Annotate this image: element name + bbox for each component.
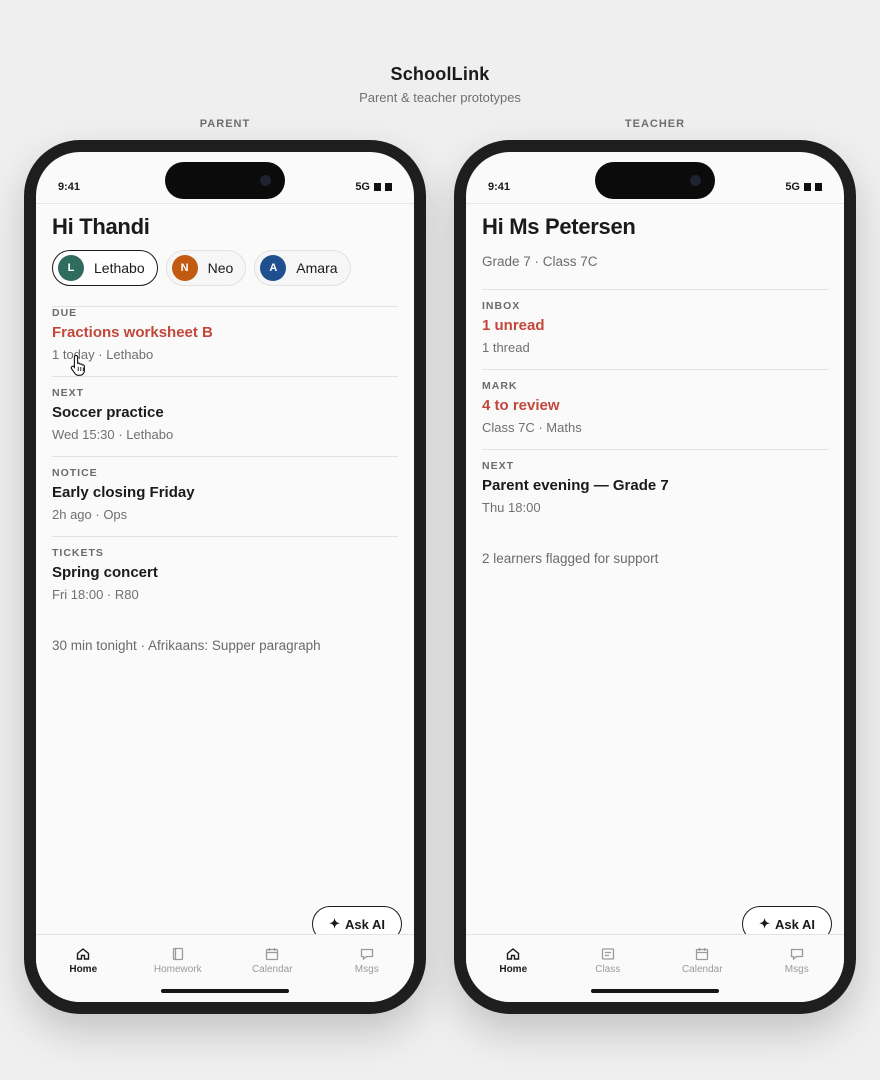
tab-label: Msgs [784, 964, 809, 975]
avatar: A [260, 255, 287, 281]
network-label: 5G [785, 181, 800, 193]
teacher-screen: 9:41 5G Hi Ms Petersen Grade 7 · Class 7… [466, 152, 844, 1002]
book-icon [172, 947, 183, 961]
card-label: DUE [52, 307, 78, 319]
mark-card[interactable]: MARK 4 to review Class 7C · Maths [482, 369, 828, 449]
child-chip-neo[interactable]: N Neo [165, 250, 247, 286]
card-title: 4 to review [482, 397, 560, 414]
parent-phone: 9:41 5G Hi Thandi L Lethabo N Neo A Amar… [24, 140, 426, 1014]
tab-label: Msgs [354, 964, 379, 975]
avatar: N [171, 255, 198, 281]
card-label: NEXT [52, 387, 85, 399]
greeting: Hi Ms Petersen [482, 214, 636, 239]
ask-ai-label: Ask AI [775, 916, 815, 932]
calendar-icon [696, 948, 709, 961]
card-title: Fractions worksheet B [52, 324, 213, 341]
child-chip-lethabo[interactable]: L Lethabo [52, 250, 158, 286]
card-label: MARK [482, 380, 518, 392]
pointer-hand-icon [70, 354, 85, 376]
card-title: Parent evening — Grade 7 [482, 477, 669, 494]
parent-column-label: PARENT [199, 118, 251, 130]
next-card[interactable]: NEXT Soccer practice Wed 15:30 · Lethabo [52, 376, 398, 456]
card-label: TICKETS [52, 547, 104, 559]
tab-msgs[interactable]: Msgs [750, 935, 845, 1002]
child-name: Neo [207, 260, 234, 276]
homework-tip: 30 min tonight · Afrikaans: Supper parag… [52, 638, 321, 653]
teacher-phone: 9:41 5G Hi Ms Petersen Grade 7 · Class 7… [454, 140, 856, 1014]
status-network: 5G [355, 181, 392, 193]
tab-label: Homework [153, 964, 202, 975]
tab-home[interactable]: Home [36, 935, 131, 1002]
card-subtitle: 2h ago · Ops [52, 507, 128, 522]
teacher-column-label: TEACHER [624, 118, 686, 130]
parent-screen: 9:41 5G Hi Thandi L Lethabo N Neo A Amar… [36, 152, 414, 1002]
dynamic-island [165, 162, 285, 199]
parent-home-content: Hi Thandi L Lethabo N Neo A Amara DUE Fr… [52, 204, 398, 653]
card-subtitle: Fri 18:00 · R80 [52, 587, 139, 602]
inbox-card[interactable]: INBOX 1 unread 1 thread [482, 289, 828, 369]
avatar: L [58, 255, 84, 281]
card-subtitle: Wed 15:30 · Lethabo [52, 427, 174, 442]
status-network: 5G [785, 181, 822, 193]
network-label: 5G [355, 181, 370, 193]
card-subtitle: Class 7C · Maths [482, 420, 582, 435]
card-title: Soccer practice [52, 404, 164, 421]
dynamic-island [595, 162, 715, 199]
home-icon [507, 948, 520, 960]
tab-label: Home [69, 964, 98, 975]
sparkle-icon: ✦ [759, 916, 771, 931]
card-subtitle: Thu 18:00 [482, 500, 541, 515]
home-icon [77, 948, 90, 960]
class-icon [601, 948, 614, 960]
page-subtitle: Parent & teacher prototypes [359, 90, 521, 105]
camera-icon [260, 175, 271, 186]
child-chip-amara[interactable]: A Amara [254, 250, 351, 286]
signal-icon [374, 183, 381, 191]
child-name: Lethabo [94, 260, 145, 276]
tab-home[interactable]: Home [466, 935, 561, 1002]
card-label: NEXT [482, 460, 515, 472]
card-label: INBOX [482, 300, 521, 312]
child-selector: L Lethabo N Neo A Amara [52, 250, 398, 286]
child-name: Amara [296, 260, 338, 276]
due-card[interactable]: DUE Fractions worksheet B 1 today · Leth… [52, 306, 398, 376]
card-title: Early closing Friday [52, 484, 195, 501]
tab-label: Home [499, 964, 528, 975]
home-indicator[interactable] [591, 989, 719, 993]
battery-icon [815, 183, 822, 191]
card-subtitle: 1 thread [482, 340, 530, 355]
card-title: 1 unread [482, 317, 545, 334]
next-event-card[interactable]: NEXT Parent evening — Grade 7 Thu 18:00 [482, 449, 828, 529]
tab-msgs[interactable]: Msgs [320, 935, 415, 1002]
tab-label: Calendar [251, 964, 293, 975]
teacher-home-content: Hi Ms Petersen Grade 7 · Class 7C INBOX … [482, 204, 828, 566]
tab-label: Calendar [681, 964, 723, 975]
camera-icon [690, 175, 701, 186]
card-label: NOTICE [52, 467, 98, 479]
battery-icon [385, 183, 392, 191]
chat-icon [790, 948, 803, 961]
card-title: Spring concert [52, 564, 158, 581]
status-time: 9:41 [58, 181, 81, 193]
page-title: SchoolLink [390, 64, 490, 84]
calendar-icon [266, 948, 279, 961]
status-time: 9:41 [488, 181, 511, 193]
card-subtitle: 1 today · Lethabo [52, 347, 154, 362]
notice-card[interactable]: NOTICE Early closing Friday 2h ago · Ops [52, 456, 398, 536]
home-indicator[interactable] [161, 989, 289, 993]
tickets-card[interactable]: TICKETS Spring concert Fri 18:00 · R80 [52, 536, 398, 616]
class-subtitle: Grade 7 · Class 7C [482, 254, 598, 269]
greeting: Hi Thandi [52, 214, 150, 239]
support-flag-note: 2 learners flagged for support [482, 551, 659, 566]
chat-icon [360, 948, 373, 961]
sparkle-icon: ✦ [329, 916, 341, 931]
ask-ai-label: Ask AI [345, 916, 385, 932]
tab-label: Class [595, 964, 621, 975]
signal-icon [804, 183, 811, 191]
